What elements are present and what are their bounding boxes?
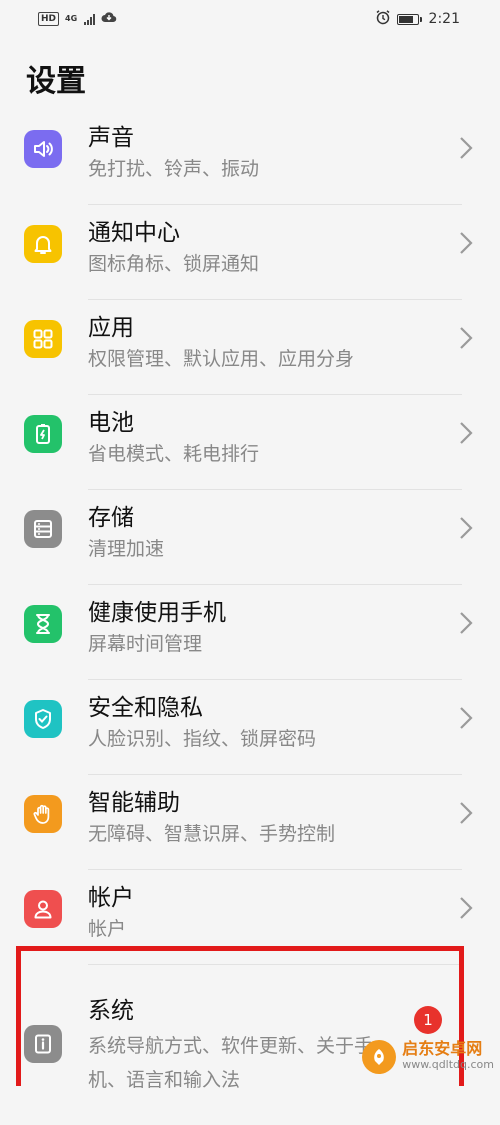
battery-status-icon: [396, 13, 422, 25]
settings-item-subtitle: 帐户: [88, 918, 127, 940]
settings-item-label: 应用: [88, 315, 134, 341]
settings-item-subtitle: 省电模式、耗电排行: [88, 443, 260, 465]
cloud-icon: [101, 11, 117, 27]
battery-icon: [24, 415, 62, 453]
status-bar-left: HD 4G: [38, 11, 117, 27]
settings-item-security[interactable]: 安全和隐私 人脸识别、指纹、锁屏密码: [0, 680, 500, 775]
settings-item-label: 存储: [88, 505, 134, 531]
speaker-icon: [24, 130, 62, 168]
notification-badge: 1: [414, 1006, 442, 1034]
signal-icon: [84, 13, 96, 25]
settings-item-apps[interactable]: 应用 权限管理、默认应用、应用分身: [0, 300, 500, 395]
watermark-title: 启东安卓网: [402, 1039, 483, 1058]
watermark-text: 启东安卓网 www.qdltdq.com: [402, 1041, 494, 1073]
watermark-logo-icon: [362, 1040, 397, 1074]
settings-item-subtitle: 权限管理、默认应用、应用分身: [88, 348, 355, 370]
chevron-right-icon: [460, 612, 473, 634]
storage-icon: [24, 510, 62, 548]
settings-item-subtitle: 图标角标、锁屏通知: [88, 253, 260, 275]
person-icon: [24, 890, 62, 928]
shield-icon: [24, 700, 62, 738]
settings-item-label: 电池: [88, 410, 134, 436]
settings-item-label: 健康使用手机: [88, 600, 226, 626]
settings-item-sound[interactable]: 声音 免打扰、铃声、振动: [0, 110, 500, 205]
chevron-right-icon: [460, 517, 473, 539]
settings-item-storage[interactable]: 存储 清理加速: [0, 490, 500, 585]
clock: 2:21: [428, 11, 460, 27]
status-bar-right: 2:21: [375, 9, 460, 29]
chevron-right-icon: [460, 327, 473, 349]
bell-icon: [24, 225, 62, 263]
page-title: 设置: [26, 64, 86, 99]
settings-item-notification[interactable]: 通知中心 图标角标、锁屏通知: [0, 205, 500, 300]
settings-item-label: 通知中心: [88, 220, 180, 246]
settings-item-subtitle: 屏幕时间管理: [88, 633, 203, 655]
chevron-right-icon: [460, 137, 473, 159]
hourglass-icon: [24, 605, 62, 643]
settings-item-label: 智能辅助: [88, 790, 180, 816]
chevron-right-icon: [460, 232, 473, 254]
network-type: 4G: [65, 14, 78, 23]
settings-item-label: 安全和隐私: [88, 695, 203, 721]
settings-item-subtitle: 清理加速: [88, 538, 165, 560]
chevron-right-icon: [460, 897, 473, 919]
hd-badge: HD: [38, 12, 60, 26]
chevron-right-icon: [460, 422, 473, 444]
settings-item-label: 声音: [88, 125, 134, 151]
watermark: 启东安卓网 www.qdltdq.com: [362, 1040, 494, 1074]
settings-item-subtitle: 免打扰、铃声、振动: [88, 158, 260, 180]
settings-item-subtitle: 无障碍、智慧识屏、手势控制: [88, 823, 336, 845]
grid-icon: [24, 320, 62, 358]
alarm-icon: [375, 9, 391, 29]
chevron-right-icon: [460, 707, 473, 729]
chevron-right-icon: [460, 802, 473, 824]
settings-item-accessibility[interactable]: 智能辅助 无障碍、智慧识屏、手势控制: [0, 775, 500, 870]
hand-icon: [24, 795, 62, 833]
settings-item-battery[interactable]: 电池 省电模式、耗电排行: [0, 395, 500, 490]
settings-item-label: 帐户: [88, 885, 134, 911]
settings-item-digital-health[interactable]: 健康使用手机 屏幕时间管理: [0, 585, 500, 680]
status-bar: HD 4G 2:21: [0, 0, 500, 38]
settings-item-subtitle: 人脸识别、指纹、锁屏密码: [88, 728, 317, 750]
watermark-url: www.qdltdq.com: [402, 1058, 494, 1071]
